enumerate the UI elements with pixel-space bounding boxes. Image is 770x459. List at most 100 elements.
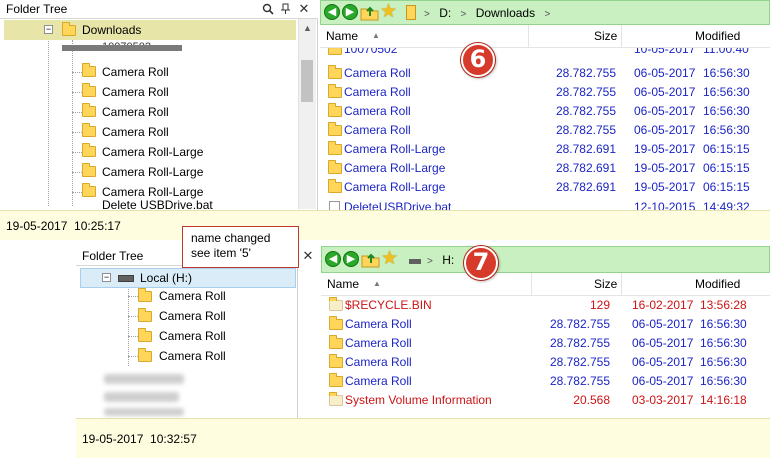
favorites-star-icon[interactable]: ★: [380, 2, 400, 22]
folder-up-icon[interactable]: [361, 251, 381, 268]
sort-up-icon[interactable]: ▲: [373, 273, 381, 295]
close-icon[interactable]: ✕: [298, 2, 310, 16]
column-name[interactable]: Name: [327, 273, 359, 295]
scroll-up-icon[interactable]: ▲: [299, 20, 316, 37]
back-icon[interactable]: ◀: [324, 4, 340, 20]
table-row[interactable]: 10070502 10-05-2017 11:00:40: [320, 48, 770, 59]
tree-item-label[interactable]: Camera Roll: [102, 82, 169, 102]
file-name: Camera Roll: [344, 104, 411, 118]
table-row[interactable]: Camera Roll 28.782.755 06-05-2017 16:56:…: [321, 372, 770, 391]
tree-item-label[interactable]: Camera Roll: [159, 306, 226, 326]
file-size: 28.782.755: [555, 85, 616, 99]
folder-icon: [328, 103, 342, 117]
breadcrumb-item[interactable]: D:: [439, 6, 451, 20]
file-date: 10-05-2017: [634, 48, 696, 56]
file-date: 06-05-2017: [632, 374, 694, 388]
column-modified[interactable]: Modified: [695, 273, 740, 295]
redaction-bar: [62, 45, 182, 51]
table-row[interactable]: Camera Roll 28.782.755 06-05-2017 16:56:…: [320, 121, 770, 140]
tree-item-label[interactable]: Camera Roll: [159, 326, 226, 346]
table-row[interactable]: Camera Roll-Large 28.782.691 19-05-2017 …: [320, 140, 770, 159]
file-time: 14:49:32: [703, 200, 750, 210]
table-row[interactable]: System Volume Information 20.568 03-03-2…: [321, 391, 770, 410]
step-badge: 7: [464, 246, 498, 280]
file-time: 06:15:15: [703, 142, 750, 156]
table-row[interactable]: Camera Roll-Large 28.782.691 19-05-2017 …: [320, 178, 770, 197]
back-icon[interactable]: ◀: [325, 251, 341, 267]
file-time: 11:00:40: [703, 48, 749, 56]
tree-item-label[interactable]: Camera Roll-Large: [102, 162, 203, 182]
table-row[interactable]: Camera Roll 28.782.755 06-05-2017 16:56:…: [320, 83, 770, 102]
file-date: 19-05-2017: [634, 180, 696, 194]
sort-up-icon[interactable]: ▲: [372, 25, 380, 47]
tree-line: [72, 132, 82, 133]
tree-item-label[interactable]: Camera Roll-Large: [102, 182, 203, 202]
table-row[interactable]: DeleteUSBDrive.bat 12-10-2015 14:49:32: [320, 198, 770, 210]
folder-icon: [62, 22, 76, 36]
scrollbar-thumb[interactable]: [301, 60, 313, 102]
tree-item-label[interactable]: Delete USBDrive.bat: [102, 200, 213, 210]
column-name[interactable]: Name: [326, 25, 358, 47]
top-file-list: 10070502 10-05-2017 11:00:40 Camera Roll…: [320, 48, 770, 210]
table-row[interactable]: Camera Roll 28.782.755 06-05-2017 16:56:…: [321, 353, 770, 372]
file-date: 06-05-2017: [632, 336, 694, 350]
file-name: Camera Roll: [345, 336, 412, 350]
column-size[interactable]: Size: [594, 273, 617, 295]
table-row[interactable]: Camera Roll 28.782.755 06-05-2017 16:56:…: [320, 102, 770, 121]
table-row[interactable]: $RECYCLE.BIN 129 16-02-2017 13:56:28: [321, 296, 770, 315]
column-modified[interactable]: Modified: [695, 25, 740, 47]
table-row[interactable]: Camera Roll 28.782.755 06-05-2017 16:56:…: [320, 64, 770, 83]
tree-line: [48, 36, 49, 206]
search-icon[interactable]: [262, 3, 274, 15]
column-divider[interactable]: [531, 273, 532, 295]
tree-item-label[interactable]: Camera Roll: [102, 62, 169, 82]
tree-item-label[interactable]: Camera Roll: [159, 346, 226, 366]
folder-icon: [138, 348, 152, 362]
breadcrumb-item[interactable]: H:: [442, 253, 454, 267]
file-time: 16:56:30: [703, 66, 750, 80]
breadcrumb-item[interactable]: Downloads: [476, 6, 535, 20]
file-time: 16:56:30: [700, 336, 747, 350]
file-time: 16:56:30: [700, 355, 747, 369]
folder-up-icon[interactable]: [360, 4, 380, 21]
column-divider[interactable]: [621, 25, 622, 47]
file-name: Camera Roll: [345, 374, 412, 388]
folder-icon: [82, 83, 96, 97]
file-time: 06:15:15: [703, 180, 750, 194]
file-name: Camera Roll: [344, 66, 411, 80]
tree-item-label[interactable]: Camera Roll: [159, 286, 226, 306]
column-divider[interactable]: [621, 273, 622, 295]
bottom-file-panel: ◀ ▶ ★ > H: Name ▲ Size Modified $RECYCLE…: [321, 246, 770, 418]
tree-title: Folder Tree: [82, 249, 144, 263]
folder-icon: [329, 373, 343, 387]
callout-line: see item '5': [191, 246, 251, 260]
table-row[interactable]: Camera Roll-Large 28.782.691 19-05-2017 …: [320, 159, 770, 178]
forward-icon[interactable]: ▶: [342, 4, 358, 20]
expand-icon[interactable]: −: [44, 25, 53, 34]
forward-icon[interactable]: ▶: [343, 251, 359, 267]
folder-icon: [138, 328, 152, 342]
breadcrumb-separator-icon: >: [424, 9, 430, 20]
file-date: 06-05-2017: [632, 317, 694, 331]
favorites-star-icon[interactable]: ★: [381, 249, 401, 269]
tree-item-label[interactable]: Camera Roll-Large: [102, 142, 203, 162]
table-row[interactable]: Camera Roll 28.782.755 06-05-2017 16:56:…: [321, 334, 770, 353]
folder-icon: [82, 103, 96, 117]
tree-item-label[interactable]: Camera Roll: [102, 102, 169, 122]
expand-icon[interactable]: −: [102, 273, 111, 282]
column-divider[interactable]: [528, 25, 529, 47]
file-size: 28.782.755: [555, 104, 616, 118]
column-size[interactable]: Size: [594, 25, 617, 47]
file-date: 12-10-2015: [634, 200, 696, 210]
pin-icon[interactable]: [280, 3, 292, 15]
tree-scrollbar[interactable]: [298, 19, 316, 209]
close-icon[interactable]: ✕: [302, 249, 314, 263]
tree-item-label[interactable]: Camera Roll: [102, 122, 169, 142]
annotation-callout: name changed see item '5': [182, 226, 299, 268]
tree-line: [128, 316, 138, 317]
folder-icon: [82, 163, 96, 177]
folder-icon: [82, 183, 96, 197]
file-date: 06-05-2017: [634, 66, 696, 80]
table-row[interactable]: Camera Roll 28.782.755 06-05-2017 16:56:…: [321, 315, 770, 334]
breadcrumb-separator-icon: >: [427, 256, 433, 267]
